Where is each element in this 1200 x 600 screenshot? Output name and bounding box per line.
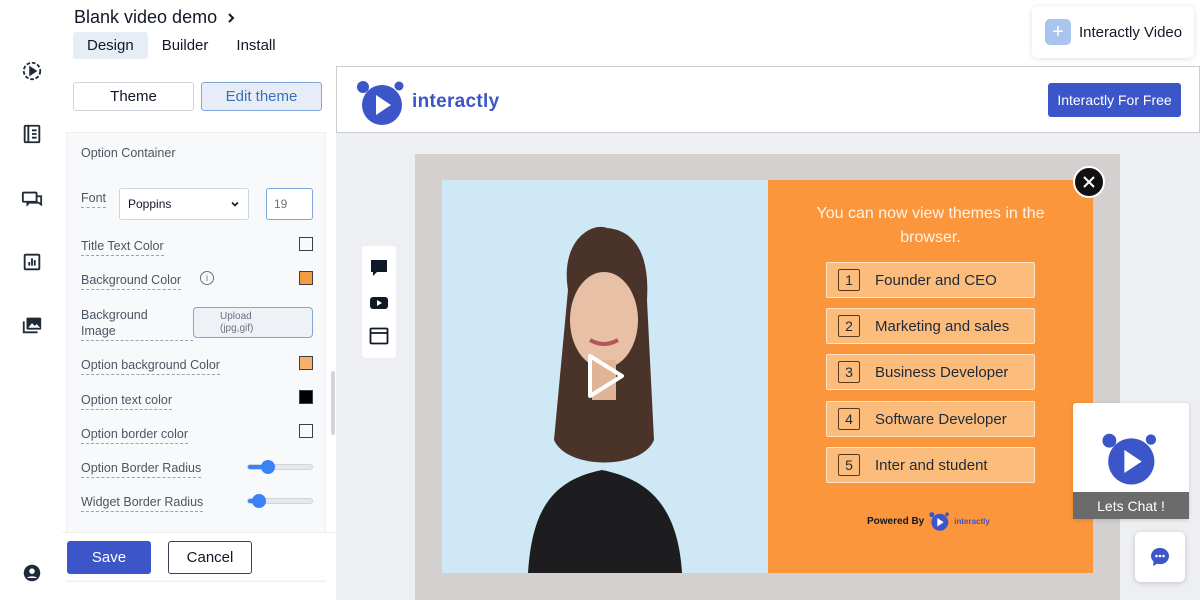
option-number: 1 <box>838 269 860 291</box>
comment-icon[interactable] <box>369 258 389 278</box>
upload-label: Upload <box>220 310 252 322</box>
option-number: 5 <box>838 454 860 476</box>
theme-tab[interactable]: Theme <box>73 82 194 111</box>
widget-frame: You can now view themes in the browser. … <box>415 154 1120 600</box>
title-text-color-label: Title Text Color <box>81 238 164 256</box>
media-icon[interactable] <box>20 313 44 337</box>
powered-by-wordmark: interactly <box>954 516 990 526</box>
background-color-label: Background Color <box>81 272 182 290</box>
question-title: You can now view themes in the browser. <box>816 205 1045 246</box>
info-icon[interactable]: i <box>200 271 214 285</box>
font-select-value: Poppins <box>128 197 172 211</box>
option-text: Marketing and sales <box>875 317 1010 335</box>
background-color-swatch[interactable] <box>299 271 313 285</box>
tab-install[interactable]: Install <box>222 32 289 59</box>
design-tabs: Design Builder Install <box>73 32 290 59</box>
preview-header: interactly Interactly For Free <box>336 66 1200 133</box>
slider-knob[interactable] <box>261 460 276 474</box>
title-text-color-swatch[interactable] <box>299 237 313 251</box>
option-text: Business Developer <box>875 363 1009 381</box>
page-icon[interactable] <box>20 122 44 146</box>
option-border-color-label: Option border color <box>81 426 189 444</box>
widget-border-radius-label: Widget Border Radius <box>81 494 204 512</box>
plus-icon: + <box>1045 19 1071 45</box>
powered-by: Powered By interactly <box>867 510 990 532</box>
save-button[interactable]: Save <box>67 541 151 574</box>
video-player[interactable] <box>442 180 768 573</box>
project-title-text: Blank video demo <box>74 7 218 27</box>
panel-scrollbar[interactable] <box>331 371 335 435</box>
theme-settings-panel: Theme Edit theme Option Container Font P… <box>62 66 336 600</box>
option-item-2[interactable]: 2 Marketing and sales <box>826 308 1035 344</box>
lets-chat-card[interactable]: Lets Chat ! <box>1073 403 1189 519</box>
tab-design[interactable]: Design <box>73 32 148 59</box>
option-container-settings: Option Container Font Poppins 19 Title T… <box>66 132 326 582</box>
logo-wordmark: interactly <box>412 91 500 112</box>
option-item-5[interactable]: 5 Inter and student <box>826 447 1035 483</box>
option-background-color-label: Option background Color <box>81 357 220 375</box>
upload-format-label: (jpg,gif) <box>220 322 254 334</box>
option-border-radius-slider[interactable] <box>247 460 313 474</box>
close-icon <box>1083 176 1095 188</box>
edit-theme-tab[interactable]: Edit theme <box>201 82 322 111</box>
widget-border-radius-slider[interactable] <box>247 494 313 508</box>
chat-bubble-icon <box>1151 548 1169 566</box>
video-icon[interactable] <box>369 293 389 313</box>
preview-side-toolbar <box>362 246 396 358</box>
interactly-logo-icon <box>357 81 404 125</box>
analytics-icon[interactable] <box>20 250 44 274</box>
lets-chat-label: Lets Chat ! <box>1073 492 1189 519</box>
interactly-small-logo-icon <box>929 512 950 531</box>
interactly-video-button[interactable]: + Interactly Video <box>1032 6 1194 58</box>
play-icon[interactable] <box>584 352 628 400</box>
question-card: You can now view themes in the browser. … <box>768 180 1093 573</box>
account-icon[interactable] <box>20 561 44 585</box>
option-item-3[interactable]: 3 Business Developer <box>826 354 1035 390</box>
option-background-color-swatch[interactable] <box>299 356 313 370</box>
option-number: 4 <box>838 408 860 430</box>
cancel-button[interactable]: Cancel <box>168 541 252 574</box>
upload-image-button[interactable]: Upload (jpg,gif) <box>193 307 313 338</box>
background-image-label-line1: Background <box>81 308 148 322</box>
close-widget-button[interactable] <box>1073 166 1105 198</box>
option-number: 2 <box>838 315 860 337</box>
option-number: 3 <box>838 361 860 383</box>
interactly-chat-logo-icon <box>1102 433 1157 485</box>
option-text: Founder and CEO <box>875 271 997 289</box>
window-icon[interactable] <box>369 326 389 346</box>
option-border-color-swatch[interactable] <box>299 424 313 438</box>
option-item-4[interactable]: 4 Software Developer <box>826 401 1035 437</box>
tab-builder[interactable]: Builder <box>148 32 223 59</box>
option-text-color-label: Option text color <box>81 392 173 410</box>
chat-icon[interactable] <box>20 187 44 211</box>
slider-knob[interactable] <box>251 494 266 508</box>
font-select[interactable]: Poppins <box>119 188 249 220</box>
panel-footer: Save Cancel <box>62 532 336 580</box>
option-text: Software Developer <box>875 410 1007 428</box>
option-border-radius-label: Option Border Radius <box>81 460 202 478</box>
section-title: Option Container <box>81 146 176 160</box>
option-text-color-swatch[interactable] <box>299 390 313 404</box>
left-rail <box>0 0 62 600</box>
chevron-down-icon <box>231 201 239 207</box>
font-size-input[interactable]: 19 <box>266 188 313 220</box>
video-play-icon[interactable] <box>20 59 44 83</box>
widget-preview: interactly Interactly For Free You can n… <box>336 66 1200 600</box>
option-item-1[interactable]: 1 Founder and CEO <box>826 262 1035 298</box>
chat-launcher-button[interactable] <box>1135 532 1185 582</box>
powered-by-label: Powered By <box>867 515 925 527</box>
interactly-logo: interactly <box>354 77 499 127</box>
font-label: Font <box>81 190 107 208</box>
chevron-right-icon <box>228 12 235 23</box>
project-title[interactable]: Blank video demo <box>74 7 237 28</box>
option-text: Inter and student <box>875 456 988 474</box>
interactly-for-free-button[interactable]: Interactly For Free <box>1048 83 1181 117</box>
background-image-label-line2: Image <box>81 323 193 341</box>
interactly-video-label: Interactly Video <box>1079 23 1183 41</box>
top-bar: Blank video demo Design Builder Install … <box>62 0 1200 66</box>
